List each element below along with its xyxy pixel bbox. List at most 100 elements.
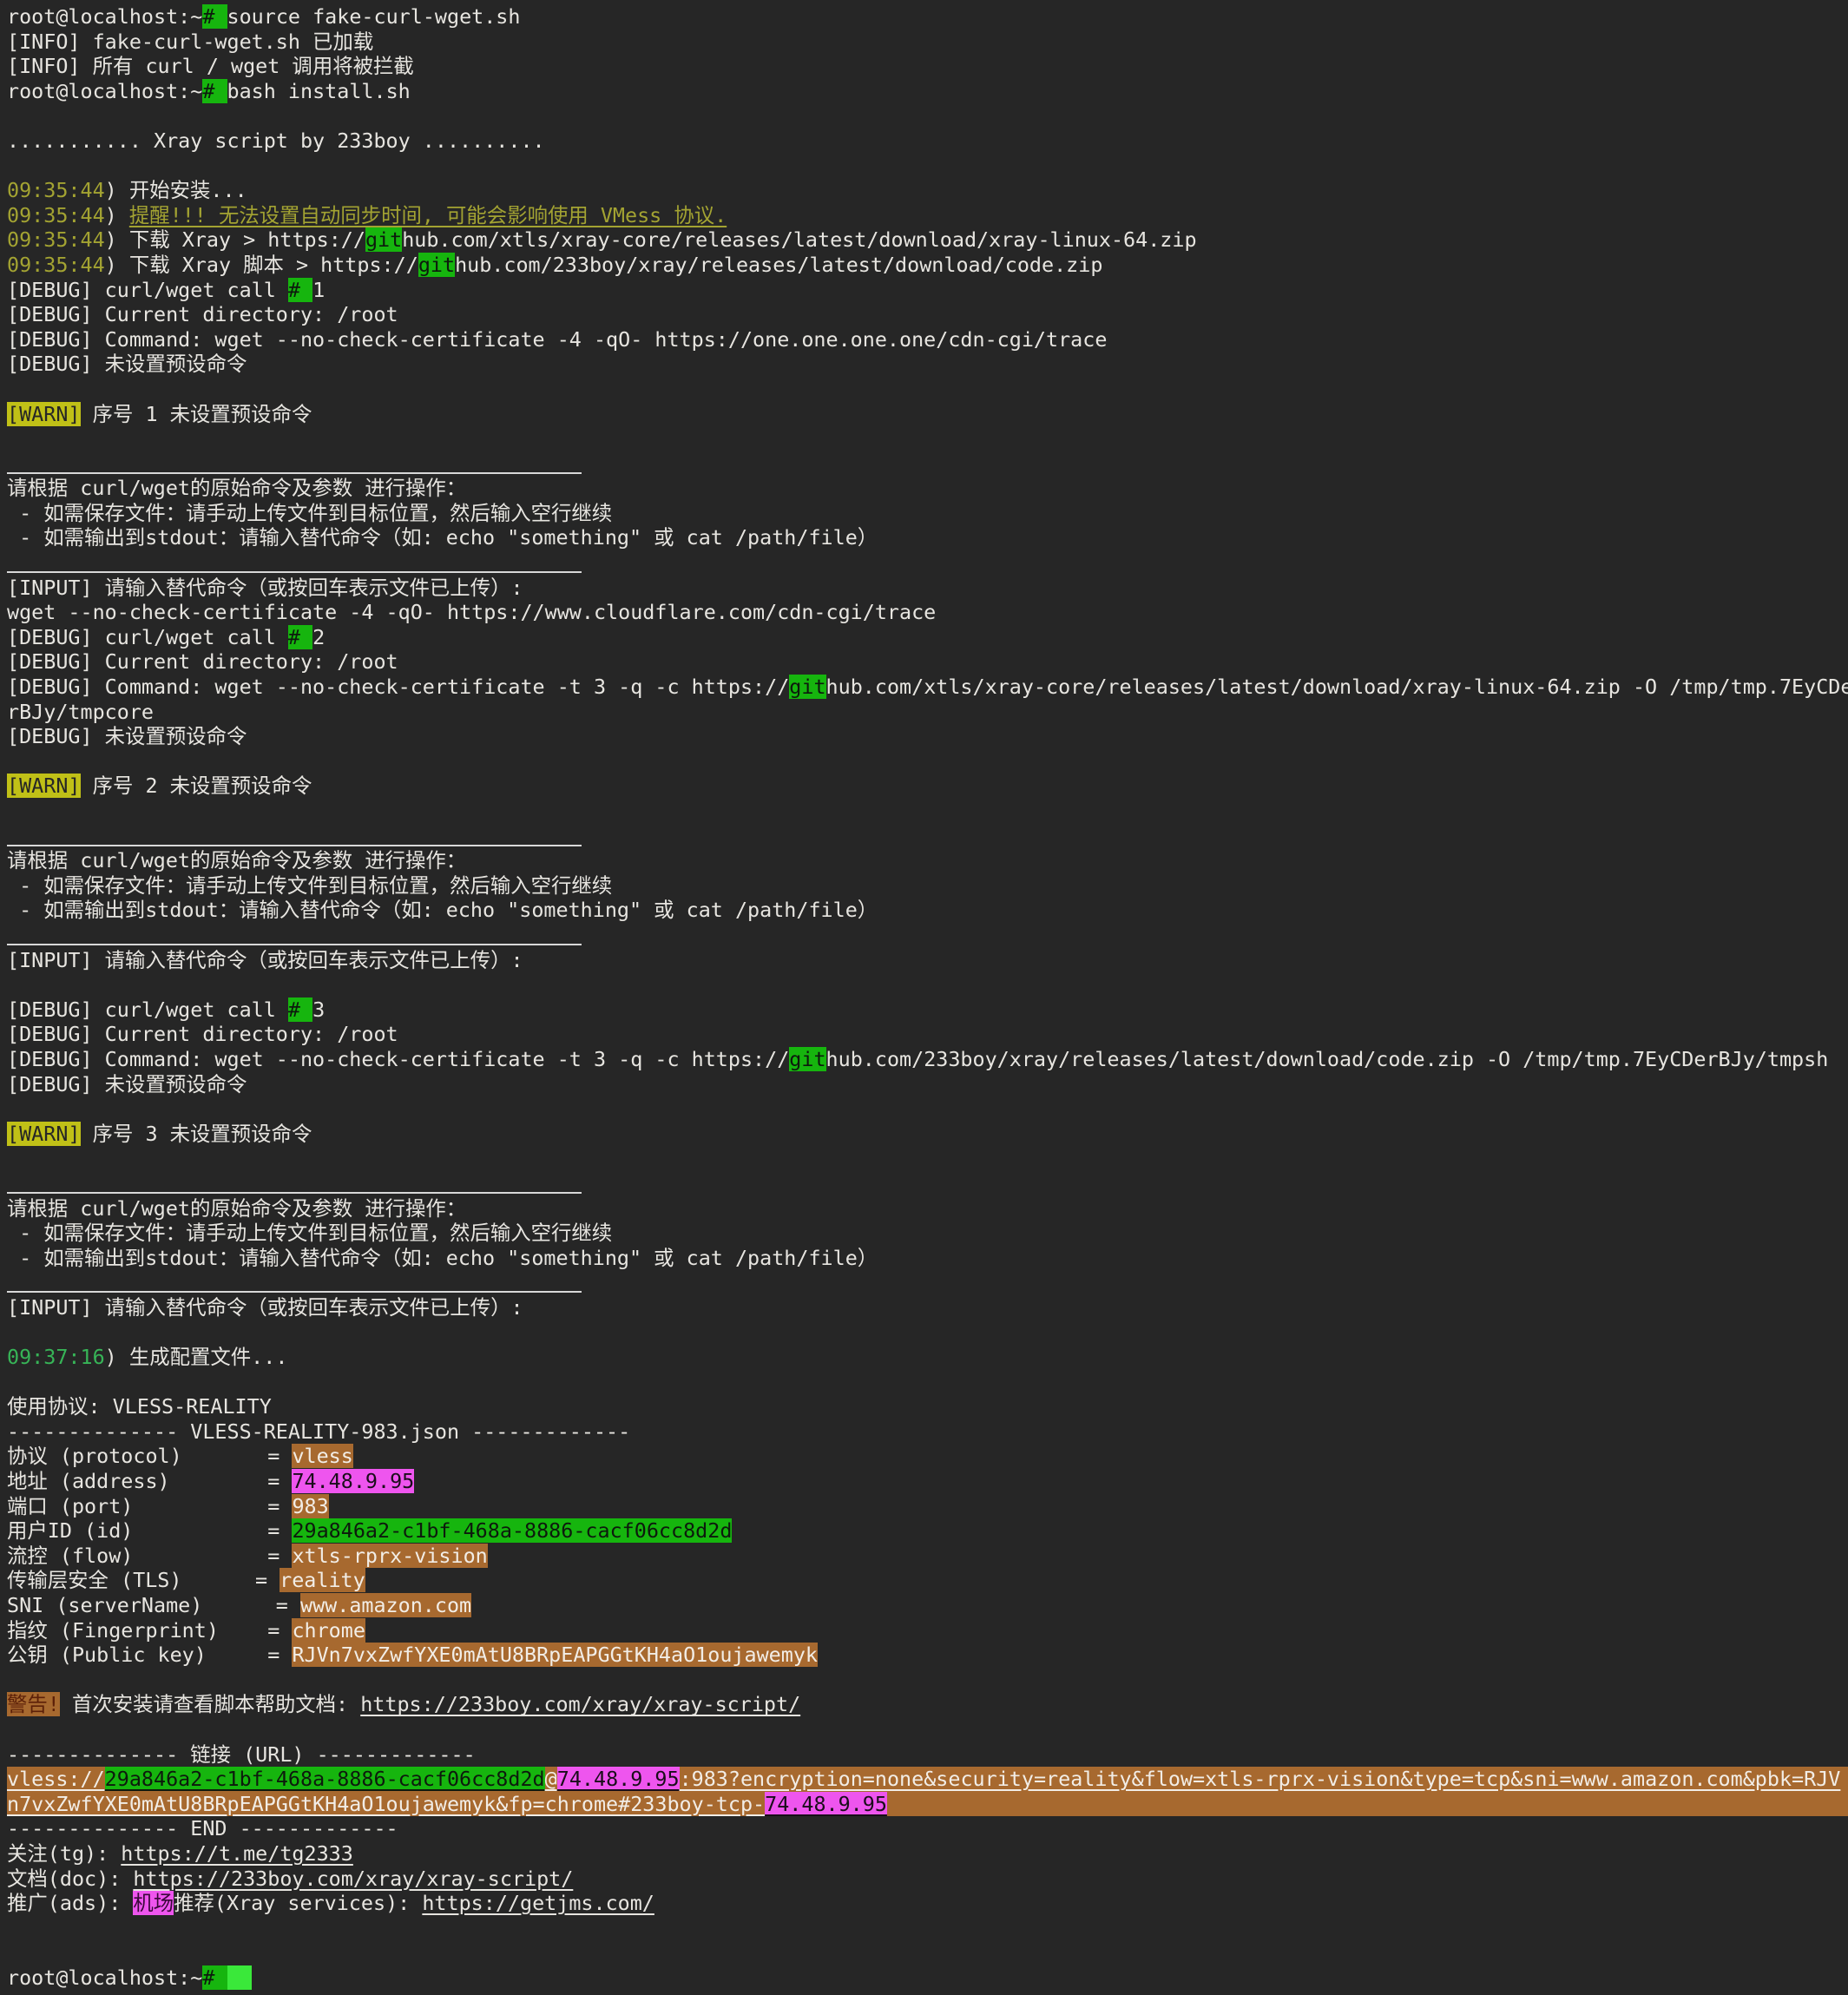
divider-line <box>7 923 582 945</box>
terminal-line: vless://29a846a2-c1bf-468a-8886-cacf06cc… <box>7 1767 1848 1792</box>
text: -------------- END ------------- <box>7 1816 398 1840</box>
text: 地址 (address) = <box>7 1469 292 1493</box>
divider-line <box>7 1171 582 1194</box>
share-url-uuid[interactable]: 29a846a2-c1bf-468a-8886-cacf06cc8d2d <box>105 1767 545 1791</box>
hash-highlight: # <box>202 1965 227 1990</box>
config-value: reality <box>280 1568 365 1592</box>
text: ) 开始安装... <box>105 178 247 202</box>
terminal-line: wget --no-check-certificate -4 -qO- http… <box>7 600 1848 625</box>
terminal-line: 协议 (protocol) = vless <box>7 1444 1848 1469</box>
hash-highlight: # <box>202 79 227 103</box>
terminal-line <box>7 972 1848 998</box>
terminal-line: - 如需输出到stdout：请输入替代命令（如: echo "something… <box>7 1246 1848 1271</box>
text: 流控 (flow) = <box>7 1544 292 1568</box>
timestamp: 09:35:44 <box>7 227 105 252</box>
share-url-ip[interactable]: 74.48.9.95 <box>765 1792 887 1816</box>
divider-line <box>7 1270 582 1293</box>
divider-line <box>7 451 582 474</box>
text: hub.com/xtls/xray-core/releases/latest/d… <box>826 675 1848 699</box>
terminal-line: [WARN] 序号 3 未设置预设命令 <box>7 1122 1848 1147</box>
url-link[interactable]: https://233boy.com/xray/xray-script/ <box>360 1692 800 1716</box>
terminal-line: -------------- 链接 (URL) ------------- <box>7 1742 1848 1768</box>
terminal-line: 使用协议: VLESS-REALITY <box>7 1394 1848 1419</box>
text: [DEBUG] curl/wget call <box>7 278 288 302</box>
terminal-line: [WARN] 序号 1 未设置预设命令 <box>7 402 1848 427</box>
text: [DEBUG] 未设置预设命令 <box>7 724 247 748</box>
text: -------------- VLESS-REALITY-983.json --… <box>7 1419 630 1444</box>
warn-badge: [WARN] <box>7 1122 81 1146</box>
terminal-line <box>7 1146 1848 1171</box>
terminal-line: 警告! 首次安装请查看脚本帮助文档: https://233boy.com/xr… <box>7 1692 1848 1717</box>
text: root@localhost:~ <box>7 1965 202 1990</box>
terminal-line: root@localhost:~# <box>7 1965 1848 1991</box>
text: [DEBUG] Command: wget --no-check-certifi… <box>7 1047 789 1071</box>
terminal-line <box>7 426 1848 451</box>
text: 序号 3 未设置预设命令 <box>81 1122 312 1146</box>
terminal-line: 关注(tg): https://t.me/tg2333 <box>7 1841 1848 1867</box>
git-highlight: git <box>789 675 825 699</box>
timestamp: 09:35:44 <box>7 253 105 277</box>
config-value: vless <box>292 1444 352 1468</box>
terminal-line <box>7 923 1848 948</box>
terminal-line: rBJy/tmpcore <box>7 700 1848 725</box>
text: 推荐(Xray services): <box>174 1891 422 1915</box>
terminal-line: - 如需保存文件：请手动上传文件到目标位置，然后输入空行继续 <box>7 1221 1848 1246</box>
terminal-line: 地址 (address) = 74.48.9.95 <box>7 1469 1848 1494</box>
terminal-line <box>7 154 1848 179</box>
terminal-line: [WARN] 序号 2 未设置预设命令 <box>7 774 1848 799</box>
share-url[interactable]: n7vxZwfYXE0mAtU8BRpEAPGGtKH4aO1oujawemyk… <box>7 1792 765 1816</box>
terminal[interactable]: root@localhost:~# source fake-curl-wget.… <box>0 0 1848 1995</box>
share-url[interactable]: @ <box>545 1767 557 1791</box>
terminal-line: [DEBUG] Command: wget --no-check-certifi… <box>7 1047 1848 1072</box>
terminal-line <box>7 550 1848 576</box>
text: ) 生成配置文件... <box>105 1345 288 1369</box>
terminal-line: [INPUT] 请输入替代命令（或按回车表示文件已上传）: <box>7 576 1848 601</box>
url-link[interactable]: https://t.me/tg2333 <box>121 1841 353 1866</box>
warn-badge: [WARN] <box>7 774 81 798</box>
hash-highlight: # <box>288 998 312 1022</box>
share-url[interactable]: vless:// <box>7 1767 105 1791</box>
text: 文档(doc): <box>7 1867 133 1891</box>
terminal-line <box>7 1096 1848 1122</box>
text: source fake-curl-wget.sh <box>227 4 521 29</box>
terminal-line <box>7 1171 1848 1196</box>
divider-line <box>7 824 582 846</box>
terminal-line: 公钥 (Public key) = RJVn7vxZwfYXE0mAtU8BRp… <box>7 1643 1848 1668</box>
terminal-line: 流控 (flow) = xtls-rprx-vision <box>7 1544 1848 1569</box>
url-link[interactable]: https://getjms.com/ <box>422 1891 654 1915</box>
text: wget --no-check-certificate -4 -qO- http… <box>7 600 936 624</box>
text: 使用协议: VLESS-REALITY <box>7 1394 272 1419</box>
timestamp: 09:35:44 <box>7 178 105 202</box>
config-value: RJVn7vxZwfYXE0mAtU8BRpEAPGGtKH4aO1oujawe… <box>292 1643 818 1667</box>
terminal-line: - 如需输出到stdout：请输入替代命令（如: echo "something… <box>7 898 1848 923</box>
timestamp: 09:37:16 <box>7 1345 105 1369</box>
text: ) 下载 Xray > https:// <box>105 227 365 252</box>
terminal-line: 指纹 (Fingerprint) = chrome <box>7 1618 1848 1643</box>
terminal-line: - 如需保存文件：请手动上传文件到目标位置，然后输入空行继续 <box>7 501 1848 526</box>
config-value: xtls-rprx-vision <box>292 1544 487 1568</box>
config-value: www.amazon.com <box>300 1593 471 1617</box>
terminal-line <box>7 1940 1848 1965</box>
share-url-ip[interactable]: 74.48.9.95 <box>557 1767 680 1791</box>
terminal-line: [INFO] 所有 curl / wget 调用将被拦截 <box>7 54 1848 79</box>
config-value: 983 <box>292 1494 328 1518</box>
terminal-line <box>7 1668 1848 1693</box>
hash-highlight: # <box>288 625 312 649</box>
terminal-line: [DEBUG] Current directory: /root <box>7 1022 1848 1047</box>
terminal-line <box>7 103 1848 128</box>
terminal-line: [DEBUG] Current directory: /root <box>7 302 1848 327</box>
share-url[interactable]: :983?encryption=none&security=reality&fl… <box>680 1767 1841 1791</box>
text: [DEBUG] curl/wget call <box>7 625 288 649</box>
text: ) <box>105 203 129 227</box>
text: 3 <box>312 998 325 1022</box>
url-link[interactable]: https://233boy.com/xray/xray-script/ <box>133 1867 573 1891</box>
terminal-line: 端口 (port) = 983 <box>7 1494 1848 1519</box>
terminal-line: [DEBUG] 未设置预设命令 <box>7 352 1848 377</box>
terminal-line: [DEBUG] 未设置预设命令 <box>7 1072 1848 1097</box>
text: [DEBUG] Command: wget --no-check-certifi… <box>7 675 789 699</box>
terminal-line: [DEBUG] 未设置预设命令 <box>7 724 1848 749</box>
text: 请根据 curl/wget的原始命令及参数 进行操作： <box>7 1196 466 1221</box>
timestamp: 09:35:44 <box>7 203 105 227</box>
text: [DEBUG] Command: wget --no-check-certifi… <box>7 327 1107 352</box>
terminal-line: 09:35:44) 开始安装... <box>7 178 1848 203</box>
